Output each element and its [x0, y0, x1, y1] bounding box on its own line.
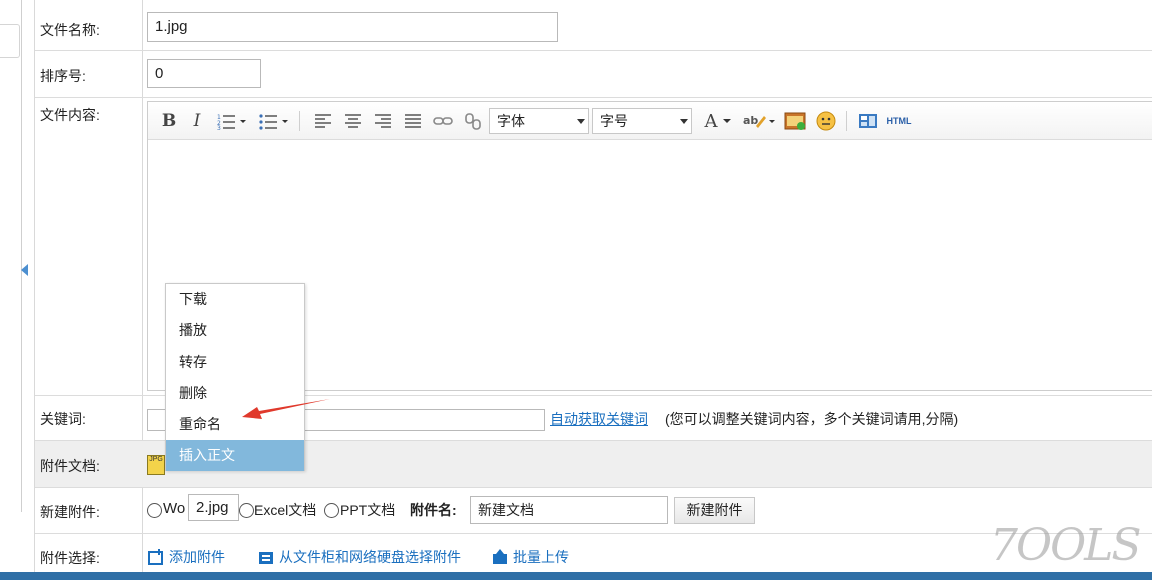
keywords-label: 关键词: [40, 411, 86, 427]
bottom-status-bar [0, 572, 1152, 580]
from-cabinet-text: 从文件柜和网络硬盘选择附件 [279, 549, 461, 565]
image-icon[interactable] [783, 109, 807, 133]
align-right-icon[interactable] [372, 109, 394, 133]
order-label: 排序号: [40, 68, 86, 84]
unlink-icon[interactable] [462, 109, 484, 133]
collapse-arrow-icon[interactable] [21, 264, 28, 276]
annotation-arrow-icon [242, 399, 330, 419]
bold-icon[interactable]: B [158, 109, 180, 133]
cabinet-icon [259, 552, 273, 564]
chevron-down-icon [680, 119, 688, 124]
align-center-icon[interactable] [342, 109, 364, 133]
create-attachment-button[interactable]: 新建附件 [674, 497, 755, 524]
add-attachment-link[interactable]: 添加附件 [147, 547, 225, 567]
row-filename: 文件名称: 1.jpg [35, 4, 1152, 51]
excel-radio[interactable] [239, 503, 254, 518]
menu-item-download[interactable]: 下载 [166, 284, 304, 315]
font-family-select[interactable]: 字体 [489, 108, 589, 134]
unordered-list-icon[interactable] [256, 109, 292, 133]
upload-icon [493, 549, 507, 564]
html-source-icon[interactable]: HTML [884, 109, 914, 133]
ppt-radio[interactable] [324, 503, 339, 518]
word-radio[interactable] [147, 503, 162, 518]
font-size-select[interactable]: 字号 [592, 108, 692, 134]
attachment-context-menu: 下载 播放 转存 删除 重命名 插入正文 [165, 283, 305, 471]
row-order: 排序号: 0 [35, 51, 1152, 98]
ordered-list-icon[interactable]: 123 [214, 109, 250, 133]
attachment-name-input[interactable]: 新建文档 [470, 496, 668, 524]
attachments-label: 附件文档: [40, 458, 100, 474]
rename-input[interactable]: 2.jpg [188, 494, 239, 521]
chevron-down-icon [577, 119, 585, 124]
batch-upload-link[interactable]: 批量上传 [491, 547, 569, 567]
toolbar-separator [299, 111, 300, 131]
highlight-icon[interactable]: ab [742, 109, 778, 133]
row-attachment-select: 附件选择: 添加附件 从文件柜和网络硬盘选择附件 批量上传 [35, 534, 1152, 572]
font-size-value: 字号 [600, 113, 628, 129]
excel-label: Excel文档 [254, 502, 317, 518]
word-label: Wo [163, 500, 186, 517]
content-label: 文件内容: [40, 107, 100, 123]
svg-text:3: 3 [217, 125, 221, 130]
order-input[interactable]: 0 [147, 59, 261, 88]
auto-keywords-link[interactable]: 自动获取关键词 [550, 409, 648, 429]
font-color-icon[interactable]: A [700, 109, 736, 133]
filename-label: 文件名称: [40, 22, 100, 38]
batch-upload-text: 批量上传 [513, 549, 569, 565]
align-left-icon[interactable] [312, 109, 334, 133]
jpg-file-icon[interactable]: JPG [147, 455, 165, 475]
link-icon[interactable] [432, 109, 454, 133]
font-family-value: 字体 [497, 113, 525, 129]
left-panel-tab[interactable] [0, 24, 20, 58]
editor-toolbar: B I 123 字体 字号 A ab HTML [148, 102, 1152, 140]
attachment-select-label: 附件选择: [40, 550, 100, 566]
menu-item-insert-body[interactable]: 插入正文 [166, 440, 304, 471]
add-attachment-icon [148, 549, 163, 565]
add-attachment-text: 添加附件 [169, 549, 225, 565]
toolbar-separator [846, 111, 847, 131]
justify-icon[interactable] [402, 109, 424, 133]
svg-text:ab: ab [743, 114, 758, 127]
keywords-hint: (您可以调整关键词内容，多个关键词请用,分隔) [665, 411, 959, 427]
template-icon[interactable] [856, 109, 880, 133]
filename-input[interactable]: 1.jpg [147, 12, 558, 42]
menu-item-play[interactable]: 播放 [166, 315, 304, 346]
left-panel [0, 0, 22, 512]
new-attachment-label: 新建附件: [40, 504, 100, 520]
ppt-label: PPT文档 [340, 502, 396, 518]
row-new-attachment: 新建附件: Wo 2.jpg Excel文档 PPT文档 附件名: 新建文档 新… [35, 488, 1152, 534]
italic-icon[interactable]: I [186, 109, 208, 133]
attachment-name-label: 附件名: [410, 502, 457, 518]
menu-item-save-as[interactable]: 转存 [166, 347, 304, 378]
from-cabinet-link[interactable]: 从文件柜和网络硬盘选择附件 [257, 547, 461, 567]
watermark-logo: 7OOLS [990, 520, 1141, 571]
emoticon-icon[interactable] [814, 109, 838, 133]
